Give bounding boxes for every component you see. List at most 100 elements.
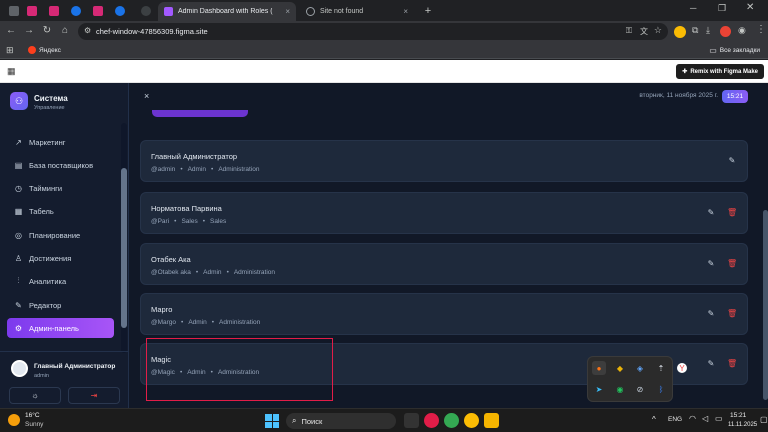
chrome-taskbar-icon[interactable]: [444, 413, 459, 428]
key-icon[interactable]: ⚿: [626, 26, 632, 36]
profile-avatar[interactable]: [674, 26, 686, 38]
extensions-icon[interactable]: ⧉: [692, 25, 698, 36]
logout-button[interactable]: ⇥: [68, 387, 120, 404]
new-tab-button[interactable]: +: [418, 3, 438, 19]
sidebar-item-achievements[interactable]: ♙ Достижения: [7, 248, 114, 268]
translate-icon[interactable]: 文: [640, 26, 648, 37]
user-name: Отабек Ака: [151, 255, 191, 264]
sidebar-item-marketing[interactable]: ↗ Маркетинг: [7, 132, 114, 152]
logout-icon: ⇥: [90, 391, 98, 400]
edit-icon[interactable]: ✎: [706, 208, 716, 218]
file-explorer-icon[interactable]: [484, 413, 499, 428]
chart-icon: ⫶: [17, 276, 20, 285]
battery-icon[interactable]: ▭: [715, 414, 723, 423]
minimize-icon[interactable]: ─: [690, 3, 696, 13]
remix-button[interactable]: ✚ Remix with Figma Make: [676, 64, 764, 79]
sidebar-item-editor[interactable]: ✎ Редактор: [7, 295, 114, 315]
language-indicator[interactable]: ENG: [668, 416, 682, 423]
sidebar-scrollbar[interactable]: [121, 123, 127, 353]
apps-grid-icon[interactable]: ⊞: [6, 45, 14, 56]
sun-weather-icon[interactable]: [8, 414, 20, 426]
forward-icon[interactable]: →: [22, 24, 36, 38]
yandex-tray-icon[interactable]: Y: [677, 363, 687, 373]
sidebar-scroll-thumb[interactable]: [121, 168, 127, 328]
telegram-icon[interactable]: ➤: [592, 382, 606, 396]
address-bar[interactable]: ⚙ chef-window-47856309.figma.site ⚿ 文 ☆: [78, 23, 668, 40]
user-name: Норматова Парвина: [151, 204, 222, 213]
tab-site-not-found[interactable]: Site not found ×: [300, 2, 414, 21]
edit-icon[interactable]: ✎: [727, 156, 737, 166]
downloads-icon[interactable]: ⤓: [706, 25, 710, 36]
extension-icon[interactable]: [720, 26, 731, 37]
bookmark-star-icon[interactable]: ☆: [654, 25, 662, 36]
calendar-icon: ▦: [14, 206, 23, 216]
bookmarks-bar: ⊞ Яндекс ▭ Все закладки: [0, 43, 768, 59]
usb-icon[interactable]: ⇡: [654, 361, 668, 375]
all-bookmarks[interactable]: ▭ Все закладки: [709, 46, 760, 55]
main-scrollbar[interactable]: [762, 110, 768, 408]
app-tray-icon[interactable]: ◉: [613, 382, 627, 396]
tab-close-icon[interactable]: ×: [285, 7, 290, 16]
menu-icon[interactable]: ⋮: [756, 24, 766, 35]
app-tray-icon[interactable]: ◈: [633, 361, 647, 375]
back-icon[interactable]: ←: [4, 24, 18, 38]
taskbar-search[interactable]: ⌕ Поиск: [286, 413, 396, 429]
maximize-icon[interactable]: ❐: [718, 3, 726, 14]
theme-toggle-button[interactable]: ☼: [9, 387, 61, 404]
sidebar-item-planning[interactable]: ◎ Планирование: [7, 225, 114, 245]
sidebar-item-admin-panel[interactable]: ⚙ Админ-панель: [7, 318, 114, 338]
database-icon: ▤: [14, 160, 23, 170]
notification-icon[interactable]: ▢: [760, 415, 768, 424]
tab-close-icon[interactable]: ×: [403, 7, 408, 16]
app-taskbar-icon[interactable]: [424, 413, 439, 428]
sidebar-item-timesheet[interactable]: ▦ Табель: [7, 201, 114, 221]
app-tray-icon[interactable]: ◆: [613, 361, 627, 375]
avatar[interactable]: [11, 360, 28, 377]
pinned-tab-globe-icon[interactable]: [110, 3, 130, 19]
profile-icon[interactable]: ◉: [738, 25, 746, 36]
trash-icon[interactable]: 🗑: [727, 309, 737, 319]
top-bar: × вторник, 11 ноября 2025 г. 15:21: [130, 83, 768, 110]
trash-icon[interactable]: 🗑: [727, 259, 737, 269]
trash-icon[interactable]: 🗑: [727, 208, 737, 218]
pinned-tab-instagram-icon[interactable]: [22, 3, 42, 19]
edit-icon[interactable]: ✎: [706, 309, 716, 319]
bluetooth-icon[interactable]: ᛒ: [654, 382, 668, 396]
edit-icon[interactable]: ✎: [706, 359, 716, 369]
sidebar-item-suppliers[interactable]: ▤ База поставщиков: [7, 155, 114, 175]
site-info-icon[interactable]: ⚙: [84, 26, 91, 35]
network-off-icon[interactable]: ⊘: [633, 382, 647, 396]
user-role: Admin: [203, 269, 222, 276]
close-icon[interactable]: ×: [144, 91, 149, 101]
trending-icon: ↗: [15, 137, 22, 147]
clock-time[interactable]: 15:21: [730, 412, 746, 419]
pinned-tab-instagram-icon[interactable]: [44, 3, 64, 19]
pinned-tab-dark-icon[interactable]: [136, 3, 156, 19]
wifi-icon[interactable]: ◠: [689, 414, 696, 423]
home-icon[interactable]: ⌂: [58, 24, 72, 38]
volume-icon[interactable]: ◁: [702, 414, 708, 423]
edit-icon[interactable]: ✎: [706, 259, 716, 269]
add-user-button[interactable]: [152, 110, 248, 117]
chevron-up-icon[interactable]: ^: [652, 415, 656, 424]
sidebar-item-analytics[interactable]: ⫶ Аналитика: [7, 271, 114, 291]
task-view-icon[interactable]: [404, 413, 419, 428]
clock-date[interactable]: 11.11.2025: [728, 422, 757, 428]
main-scroll-thumb[interactable]: [763, 210, 768, 400]
pinned-tab-chrome-icon[interactable]: [66, 3, 86, 19]
list-item: Марго @Margo • Admin • Administration ✎ 🗑: [140, 293, 748, 335]
tab-admin-dashboard[interactable]: Admin Dashboard with Roles ( ×: [158, 2, 296, 21]
bookmark-yandex[interactable]: Яндекс: [28, 46, 61, 54]
pinned-tab-instagram-icon[interactable]: [88, 3, 108, 19]
trash-icon[interactable]: 🗑: [727, 359, 737, 369]
award-icon: ♙: [14, 253, 23, 263]
chrome-taskbar-icon[interactable]: [464, 413, 479, 428]
close-window-icon[interactable]: ✕: [746, 2, 754, 13]
windows-start-icon[interactable]: [265, 414, 279, 428]
app-tray-icon[interactable]: ●: [592, 361, 606, 375]
sidebar-item-label: Аналитика: [29, 276, 67, 286]
reload-icon[interactable]: ↻: [40, 24, 54, 38]
figma-logo-icon: ▦: [7, 66, 16, 76]
sidebar-item-timings[interactable]: ◷ Тайминги: [7, 178, 114, 198]
tab-list-icon[interactable]: [4, 3, 24, 19]
